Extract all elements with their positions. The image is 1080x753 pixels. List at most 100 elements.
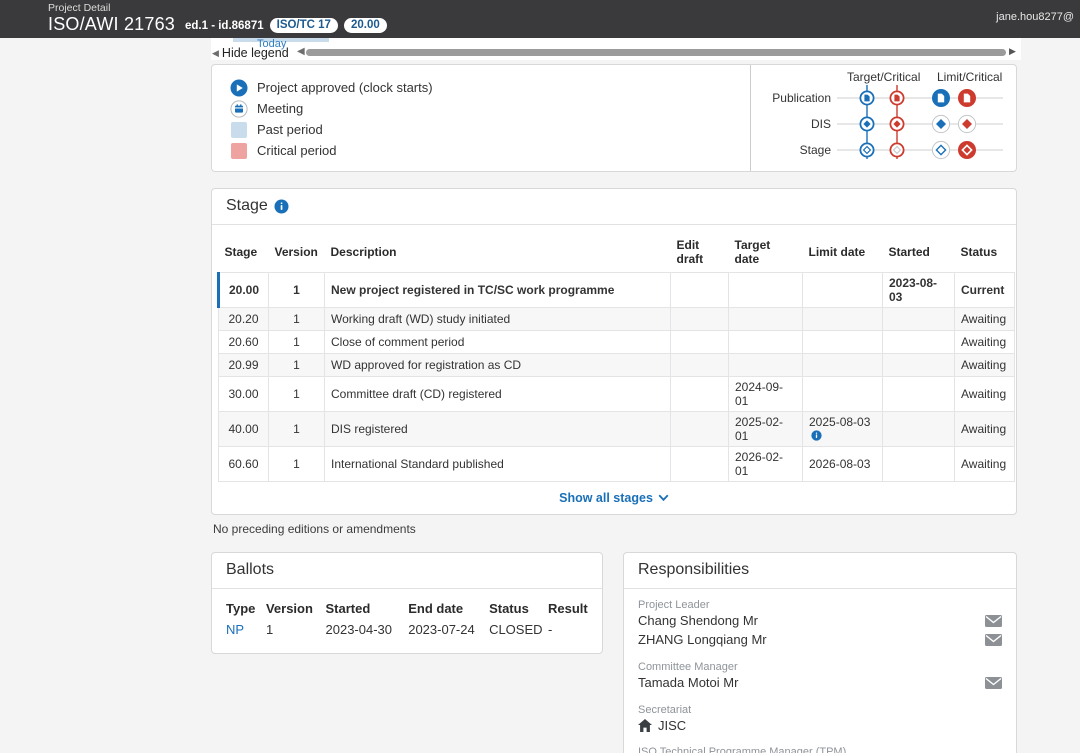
ballot-started-cell: 2023-04-30 xyxy=(326,622,409,639)
scrollbar-right-arrow-icon[interactable]: ▶ xyxy=(1009,46,1016,57)
stage-edit-draft-cell xyxy=(671,412,729,447)
stage-started-cell: 2023-08-03 xyxy=(883,273,955,308)
stage-row[interactable]: 60.601International Standard published20… xyxy=(219,447,1015,482)
stage-description-cell: WD approved for registration as CD xyxy=(325,354,671,377)
app-header: Project Detail ISO/AWI 21763 ed.1 - id.8… xyxy=(0,0,1080,38)
stage-section-title: Stage xyxy=(226,197,268,215)
show-all-stages-link[interactable]: Show all stages xyxy=(559,491,669,505)
stage-limit-date-cell xyxy=(803,273,883,308)
stage-started-cell xyxy=(883,331,955,354)
stage-row[interactable]: 20.001New project registered in TC/SC wo… xyxy=(219,273,1015,308)
stage-table-header: StageVersionDescriptionEdit draftTarget … xyxy=(219,235,1015,273)
stage-status-cell: Awaiting xyxy=(955,331,1015,354)
ballots-table-header: TypeVersionStartedEnd dateStatusResult xyxy=(226,599,588,622)
stage-row[interactable]: 30.001Committee draft (CD) registered202… xyxy=(219,377,1015,412)
legend-item-project-approved: Project approved (clock starts) xyxy=(230,77,750,98)
stage-symbols-icon xyxy=(837,137,1007,163)
ballot-result-cell: - xyxy=(548,622,588,639)
matrix-col-limit: Limit/Critical xyxy=(937,70,1002,84)
stage-started-cell xyxy=(883,377,955,412)
stage-status-cell: Current xyxy=(955,273,1015,308)
stage-started-cell xyxy=(883,447,955,482)
ballots-table: TypeVersionStartedEnd dateStatusResult N… xyxy=(226,599,588,639)
stage-target-date-cell xyxy=(729,354,803,377)
stage-version-cell: 1 xyxy=(269,412,325,447)
past-period-swatch xyxy=(231,122,247,138)
legend-item-meeting: Meeting xyxy=(230,98,750,119)
person-row: ZHANG Longqiang Mr xyxy=(638,631,1002,650)
stage-column-header: Limit date xyxy=(803,235,883,273)
person-name: Chang Shendong Mr xyxy=(638,612,758,631)
ballot-type-link[interactable]: NP xyxy=(226,622,244,637)
stage-status-cell: Awaiting xyxy=(955,377,1015,412)
dis-symbols-icon xyxy=(837,111,1007,137)
ballot-type-cell: NP xyxy=(226,622,266,639)
hide-legend-toggle[interactable]: ◀ Hide legend xyxy=(212,46,289,60)
stage-edit-draft-cell xyxy=(671,377,729,412)
stage-row[interactable]: 40.001DIS registered2025-02-012025-08-03… xyxy=(219,412,1015,447)
legend-item-critical-period: Critical period xyxy=(230,140,750,161)
ballots-column-header: Started xyxy=(326,599,409,622)
stage-code-badge[interactable]: 20.00 xyxy=(344,18,387,33)
timeline-scrollbar[interactable] xyxy=(306,49,1006,56)
stage-version-cell: 1 xyxy=(269,308,325,331)
stage-edit-draft-cell xyxy=(671,331,729,354)
stage-column-header: Version xyxy=(269,235,325,273)
stage-version-cell: 1 xyxy=(269,377,325,412)
play-circle-icon xyxy=(230,79,248,97)
stage-target-date-cell: 2024-09-01 xyxy=(729,377,803,412)
person-name: Tamada Motoi Mr xyxy=(638,674,738,693)
preceding-editions-note: No preceding editions or amendments xyxy=(213,522,1017,536)
legend-matrix-row-stage: Stage xyxy=(751,137,1016,163)
stage-limit-date-cell xyxy=(803,377,883,412)
info-icon[interactable] xyxy=(274,199,289,214)
responsibility-group: ISO Technical Programme Manager (TPM)Zou… xyxy=(638,746,1002,753)
critical-period-swatch xyxy=(231,143,247,159)
stage-target-date-cell: 2025-02-01 xyxy=(729,412,803,447)
stage-status-cell: Awaiting xyxy=(955,412,1015,447)
stage-description-cell: Working draft (WD) study initiated xyxy=(325,308,671,331)
person-name: JISC xyxy=(638,717,686,736)
email-icon[interactable] xyxy=(985,677,1002,689)
ballot-status-cell: CLOSED xyxy=(489,622,548,639)
email-icon[interactable] xyxy=(985,634,1002,646)
meeting-calendar-icon xyxy=(230,100,248,118)
stage-code-cell: 20.60 xyxy=(219,331,269,354)
stage-row[interactable]: 20.991WD approved for registration as CD… xyxy=(219,354,1015,377)
stage-version-cell: 1 xyxy=(269,273,325,308)
person-row: Chang Shendong Mr xyxy=(638,612,1002,631)
publication-symbols-icon xyxy=(837,85,1007,111)
role-label: Secretariat xyxy=(638,704,1002,716)
hide-legend-label: Hide legend xyxy=(222,46,289,60)
stage-description-cell: Committee draft (CD) registered xyxy=(325,377,671,412)
ballots-column-header: End date xyxy=(408,599,489,622)
stage-column-header: Status xyxy=(955,235,1015,273)
stage-row[interactable]: 20.601Close of comment periodAwaiting xyxy=(219,331,1015,354)
user-account[interactable]: jane.hou8277@ xyxy=(996,11,1074,23)
project-title: ISO/AWI 21763 xyxy=(48,14,175,35)
collapse-left-icon: ◀ xyxy=(212,48,219,59)
stage-code-cell: 60.60 xyxy=(219,447,269,482)
legend-matrix-row-dis: DIS xyxy=(751,111,1016,137)
scrollbar-left-arrow-icon[interactable]: ◀ xyxy=(297,46,305,57)
person-name: ZHANG Longqiang Mr xyxy=(638,631,767,650)
ballots-section-title: Ballots xyxy=(226,561,274,579)
legend-item-past-period: Past period xyxy=(230,119,750,140)
stage-limit-date-cell xyxy=(803,331,883,354)
matrix-col-target: Target/Critical xyxy=(847,70,920,84)
stage-target-date-cell: 2026-02-01 xyxy=(729,447,803,482)
stage-row[interactable]: 20.201Working draft (WD) study initiated… xyxy=(219,308,1015,331)
stage-edit-draft-cell xyxy=(671,354,729,377)
stage-description-cell: DIS registered xyxy=(325,412,671,447)
stage-limit-date-cell: 2026-08-03 xyxy=(803,447,883,482)
committee-badge[interactable]: ISO/TC 17 xyxy=(270,18,338,33)
stage-code-cell: 20.99 xyxy=(219,354,269,377)
stage-edit-draft-cell xyxy=(671,308,729,331)
stage-column-header: Stage xyxy=(219,235,269,273)
responsibility-group: Committee ManagerTamada Motoi Mr xyxy=(638,661,1002,693)
stage-card: Stage StageVersionDescriptionEdit draftT… xyxy=(211,188,1017,515)
email-icon[interactable] xyxy=(985,615,1002,627)
limit-date-info-icon[interactable] xyxy=(809,429,822,443)
ballot-end-date-cell: 2023-07-24 xyxy=(408,622,489,639)
stage-description-cell: International Standard published xyxy=(325,447,671,482)
